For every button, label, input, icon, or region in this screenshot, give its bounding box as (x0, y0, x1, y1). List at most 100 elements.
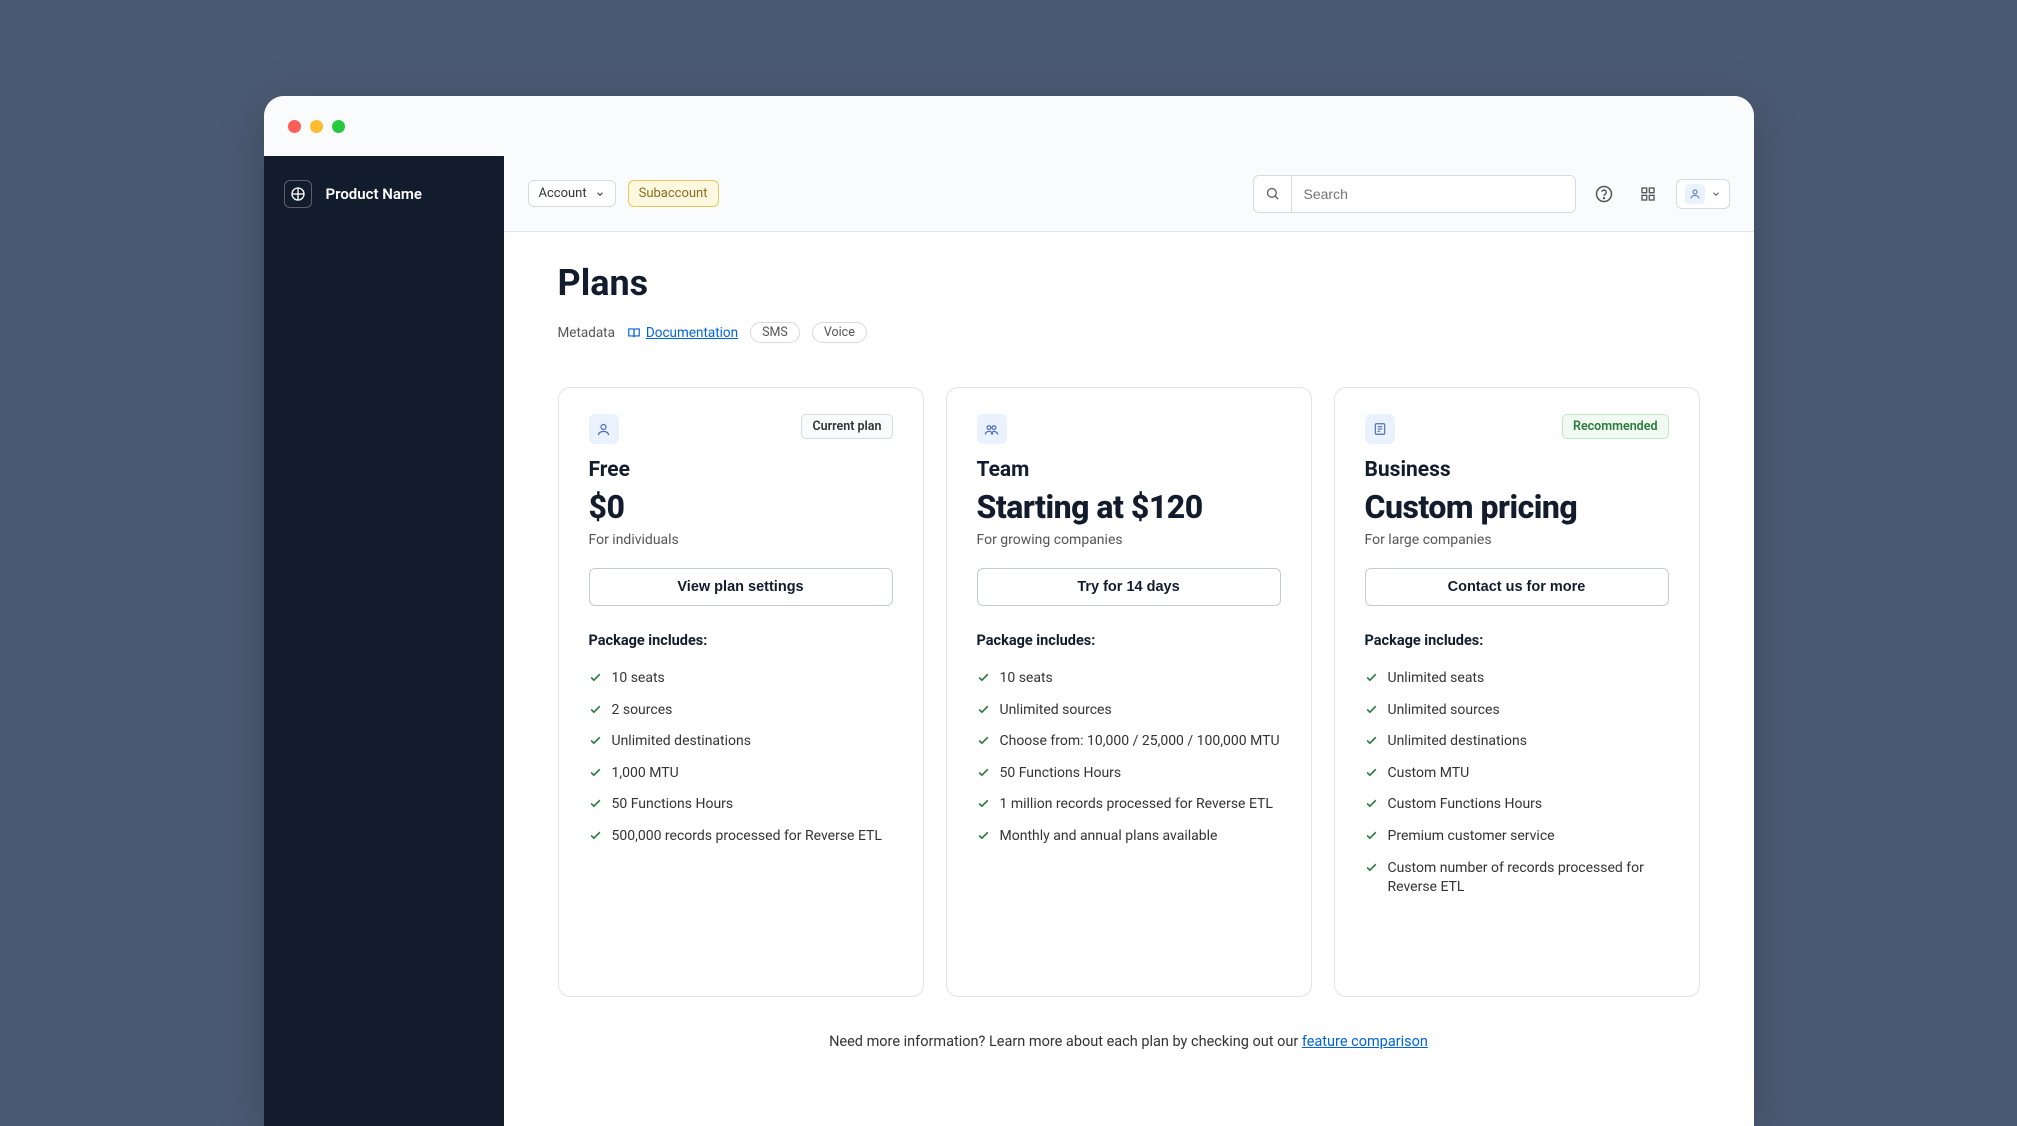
documentation-link[interactable]: Documentation (627, 325, 738, 341)
feature-item: 50 Functions Hours (589, 789, 893, 821)
plan-name: Business (1365, 458, 1669, 482)
brand-name: Product Name (326, 185, 422, 203)
apps-button[interactable] (1632, 178, 1664, 210)
feature-text: 500,000 records processed for Reverse ET… (612, 827, 882, 847)
feature-text: 10 seats (1000, 669, 1053, 689)
plan-price: Starting at $120 (977, 488, 1281, 526)
plan-badge: Current plan (801, 414, 892, 439)
feature-text: Unlimited destinations (612, 732, 751, 752)
feature-item: Unlimited sources (977, 695, 1281, 727)
feature-item: 50 Functions Hours (977, 758, 1281, 790)
chevron-down-icon (1711, 189, 1721, 199)
feature-item: 500,000 records processed for Reverse ET… (589, 821, 893, 853)
plans-grid: Current planFree$0For individualsView pl… (558, 387, 1700, 997)
feature-text: 1,000 MTU (612, 764, 679, 784)
plan-head: Current plan (589, 414, 893, 444)
app-window: Product Name Account Subaccount (264, 96, 1754, 1126)
window-minimize-icon[interactable] (310, 120, 323, 133)
feature-list: 10 seats 2 sources Unlimited destinations 1… (589, 663, 893, 853)
plan-sub: For growing companies (977, 532, 1281, 548)
plan-head (977, 414, 1281, 444)
feature-list: 10 seats Unlimited sources Choose from: 10… (977, 663, 1281, 853)
feature-text: Monthly and annual plans available (1000, 827, 1218, 847)
sidebar: Product Name (264, 156, 504, 1126)
feature-item: 1 million records processed for Reverse … (977, 789, 1281, 821)
feature-item: Custom MTU (1365, 758, 1669, 790)
includes-title: Package includes: (977, 632, 1281, 649)
plan-card: RecommendedBusinessCustom pricingFor lar… (1334, 387, 1700, 997)
page-title: Plans (558, 262, 1700, 304)
feature-text: Unlimited seats (1388, 669, 1485, 689)
feature-item: 1,000 MTU (589, 758, 893, 790)
plan-icon (1365, 414, 1395, 444)
feature-text: Custom MTU (1388, 764, 1470, 784)
feature-item: Unlimited destinations (1365, 726, 1669, 758)
plan-card: Current planFree$0For individualsView pl… (558, 387, 924, 997)
feature-text: Choose from: 10,000 / 25,000 / 100,000 M… (1000, 732, 1280, 752)
feature-text: 2 sources (612, 701, 673, 721)
feature-text: 1 million records processed for Reverse … (1000, 795, 1273, 815)
feature-item: 10 seats (977, 663, 1281, 695)
footer-note: Need more information? Learn more about … (558, 1033, 1700, 1050)
plan-sub: For individuals (589, 532, 893, 548)
plan-card: Team Starting at $120 For growing companie… (946, 387, 1312, 997)
window-maximize-icon[interactable] (332, 120, 345, 133)
topbar: Account Subaccount (504, 156, 1754, 232)
footer-lead: Need more information? Learn more about … (829, 1033, 1302, 1050)
feature-item: 2 sources (589, 695, 893, 727)
help-icon (1595, 185, 1613, 203)
user-menu[interactable] (1676, 179, 1730, 209)
account-label: Account (539, 186, 587, 201)
includes-title: Package includes: (589, 632, 893, 649)
feature-text: 50 Functions Hours (1000, 764, 1122, 784)
search-input[interactable] (1292, 176, 1575, 212)
includes-title: Package includes: (1365, 632, 1669, 649)
user-avatar-icon (1685, 184, 1705, 204)
brand[interactable]: Product Name (264, 156, 504, 232)
feature-text: Custom number of records processed for R… (1388, 859, 1669, 898)
plan-cta-button[interactable]: Contact us for more (1365, 568, 1669, 606)
documentation-label: Documentation (646, 325, 738, 341)
plan-cta-button[interactable]: View plan settings (589, 568, 893, 606)
brand-logo-icon (284, 180, 312, 208)
plan-cta-button[interactable]: Try for 14 days (977, 568, 1281, 606)
plan-icon (589, 414, 619, 444)
feature-text: Premium customer service (1388, 827, 1555, 847)
content: Plans Metadata Documentation SMS Voice C… (504, 232, 1754, 1080)
search-wrap (1253, 175, 1576, 213)
window-close-icon[interactable] (288, 120, 301, 133)
plan-icon (977, 414, 1007, 444)
feature-text: Unlimited destinations (1388, 732, 1527, 752)
account-selector[interactable]: Account (528, 180, 616, 207)
feature-comparison-link[interactable]: feature comparison (1302, 1033, 1428, 1050)
feature-item: Premium customer service (1365, 821, 1669, 853)
plan-sub: For large companies (1365, 532, 1669, 548)
feature-list: Unlimited seats Unlimited sources Unlimite… (1365, 663, 1669, 904)
subaccount-chip[interactable]: Subaccount (628, 180, 719, 207)
metadata-label: Metadata (558, 325, 615, 341)
app-body: Product Name Account Subaccount (264, 156, 1754, 1126)
feature-item: Custom number of records processed for R… (1365, 853, 1669, 904)
search-icon[interactable] (1254, 176, 1292, 212)
feature-item: Unlimited destinations (589, 726, 893, 758)
subaccount-label: Subaccount (639, 186, 708, 201)
help-button[interactable] (1588, 178, 1620, 210)
feature-item: Unlimited seats (1365, 663, 1669, 695)
plan-badge: Recommended (1562, 414, 1669, 439)
feature-text: Unlimited sources (1388, 701, 1500, 721)
plan-name: Team (977, 458, 1281, 482)
feature-item: Monthly and annual plans available (977, 821, 1281, 853)
plan-name: Free (589, 458, 893, 482)
feature-text: 10 seats (612, 669, 665, 689)
book-icon (627, 326, 641, 340)
sms-pill[interactable]: SMS (750, 322, 800, 343)
grid-icon (1640, 186, 1656, 202)
plan-head: Recommended (1365, 414, 1669, 444)
feature-item: Unlimited sources (1365, 695, 1669, 727)
feature-item: Choose from: 10,000 / 25,000 / 100,000 M… (977, 726, 1281, 758)
feature-text: Unlimited sources (1000, 701, 1112, 721)
voice-pill[interactable]: Voice (812, 322, 867, 343)
feature-text: Custom Functions Hours (1388, 795, 1543, 815)
chevron-down-icon (595, 189, 605, 199)
feature-text: 50 Functions Hours (612, 795, 734, 815)
